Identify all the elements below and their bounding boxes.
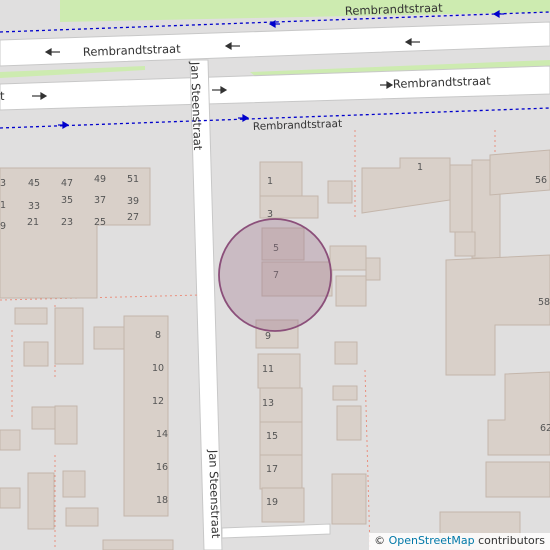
house-number: 49	[94, 174, 106, 185]
house-number: 17	[266, 464, 278, 475]
house-number: 62	[540, 423, 550, 434]
house-number: 35	[61, 195, 73, 206]
street-label-rembrandtstraat-left: t	[0, 89, 5, 103]
house-number: 45	[28, 178, 40, 189]
house-number: 47	[61, 178, 73, 189]
house-number: 13	[262, 398, 274, 409]
map-attribution: © OpenStreetMap contributors	[369, 533, 550, 550]
house-number: 3	[0, 178, 6, 189]
house-number: 19	[266, 497, 278, 508]
house-number: 1	[417, 162, 423, 173]
house-number: 10	[152, 363, 164, 374]
house-number: 33	[28, 201, 40, 212]
house-number: 23	[61, 217, 73, 228]
openstreetmap-link[interactable]: OpenStreetMap	[389, 534, 475, 547]
house-number: 14	[156, 429, 168, 440]
house-number: 9	[0, 221, 6, 232]
house-number: 56	[535, 175, 547, 186]
house-number: 1	[267, 176, 273, 187]
copyright-symbol: ©	[374, 534, 386, 547]
house-number: 21	[27, 217, 39, 228]
house-number: 8	[155, 330, 161, 341]
house-number: 51	[127, 174, 139, 185]
house-number: 9	[265, 331, 271, 342]
house-number: 16	[156, 462, 168, 473]
house-number: 39	[127, 196, 139, 207]
house-number: 11	[262, 364, 274, 375]
house-number: 27	[127, 212, 139, 223]
house-number: 25	[94, 217, 106, 228]
house-number: 37	[94, 195, 106, 206]
contributors-text: contributors	[478, 534, 545, 547]
house-number: 58	[538, 297, 550, 308]
house-number: 1	[0, 200, 6, 211]
house-number: 18	[156, 495, 168, 506]
map-canvas[interactable]: Rembrandtstraat Rembrandtstraat Rembrand…	[0, 0, 550, 550]
location-marker[interactable]	[218, 218, 332, 332]
house-number: 15	[266, 431, 278, 442]
house-number: 12	[152, 396, 164, 407]
